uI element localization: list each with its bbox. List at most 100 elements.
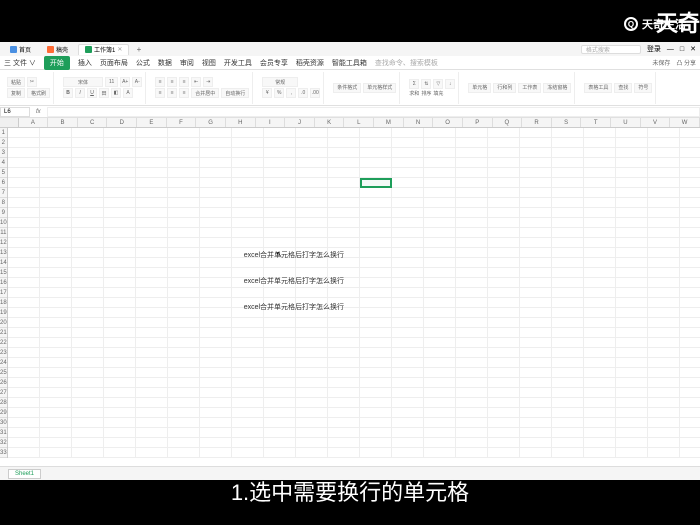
cell[interactable]: [232, 208, 264, 217]
cell[interactable]: [648, 138, 680, 147]
cell[interactable]: [104, 148, 136, 157]
cell[interactable]: [456, 208, 488, 217]
cell[interactable]: [680, 348, 700, 357]
cell[interactable]: [424, 278, 456, 287]
cell[interactable]: [520, 368, 552, 377]
cell[interactable]: [8, 268, 40, 277]
menu-devtools[interactable]: 开发工具: [224, 58, 252, 68]
cell[interactable]: [424, 208, 456, 217]
cell[interactable]: [136, 358, 168, 367]
menu-insert[interactable]: 插入: [78, 58, 92, 68]
cell[interactable]: [392, 428, 424, 437]
cell[interactable]: [552, 208, 584, 217]
cell[interactable]: [648, 128, 680, 137]
underline-button[interactable]: U: [87, 88, 97, 98]
dec-decimal-button[interactable]: .00: [310, 88, 320, 98]
cell[interactable]: [616, 138, 648, 147]
cell[interactable]: [648, 388, 680, 397]
cell[interactable]: [296, 438, 328, 447]
cell[interactable]: [72, 408, 104, 417]
cell[interactable]: [328, 288, 360, 297]
cell[interactable]: [520, 258, 552, 267]
cell[interactable]: [296, 188, 328, 197]
cell[interactable]: [584, 268, 616, 277]
cell[interactable]: [424, 428, 456, 437]
cell[interactable]: [232, 238, 264, 247]
cell[interactable]: [328, 198, 360, 207]
cell[interactable]: [8, 288, 40, 297]
row-header[interactable]: 14: [0, 258, 7, 268]
cell[interactable]: [8, 148, 40, 157]
cell[interactable]: [392, 398, 424, 407]
cell[interactable]: [680, 238, 700, 247]
cell[interactable]: [40, 258, 72, 267]
cell[interactable]: [616, 258, 648, 267]
cell[interactable]: [584, 378, 616, 387]
align-left-button[interactable]: ≡: [155, 88, 165, 98]
menu-review[interactable]: 审阅: [180, 58, 194, 68]
cell[interactable]: [104, 178, 136, 187]
cell[interactable]: [232, 288, 264, 297]
cell[interactable]: [72, 338, 104, 347]
cell[interactable]: [264, 368, 296, 377]
cell[interactable]: [456, 348, 488, 357]
cell[interactable]: [680, 138, 700, 147]
cell[interactable]: [40, 428, 72, 437]
cell[interactable]: [72, 328, 104, 337]
cell[interactable]: [648, 188, 680, 197]
col-header[interactable]: N: [404, 118, 434, 127]
name-box[interactable]: L6: [0, 107, 30, 117]
paste-button[interactable]: 粘贴: [7, 77, 25, 87]
cell[interactable]: [424, 388, 456, 397]
fx-icon[interactable]: fx: [30, 109, 47, 115]
cell[interactable]: [424, 268, 456, 277]
sort-button[interactable]: ⇅: [421, 79, 431, 89]
cell[interactable]: [360, 188, 392, 197]
cell[interactable]: [680, 418, 700, 427]
cell[interactable]: [616, 438, 648, 447]
cell[interactable]: [232, 318, 264, 327]
inc-decimal-button[interactable]: .0: [298, 88, 308, 98]
cell[interactable]: [168, 278, 200, 287]
cell[interactable]: [328, 408, 360, 417]
cell[interactable]: [200, 378, 232, 387]
cell[interactable]: [40, 358, 72, 367]
cell[interactable]: [552, 298, 584, 307]
cell[interactable]: [168, 228, 200, 237]
cell[interactable]: [264, 408, 296, 417]
col-header[interactable]: B: [48, 118, 78, 127]
row-header[interactable]: 12: [0, 238, 7, 248]
row-header[interactable]: 8: [0, 198, 7, 208]
cell[interactable]: [552, 338, 584, 347]
cell[interactable]: [520, 178, 552, 187]
cell[interactable]: [616, 318, 648, 327]
cell[interactable]: [8, 258, 40, 267]
percent-button[interactable]: %: [274, 88, 284, 98]
cell[interactable]: [424, 328, 456, 337]
cell[interactable]: [584, 208, 616, 217]
cell[interactable]: [8, 358, 40, 367]
cell[interactable]: [232, 178, 264, 187]
cell[interactable]: [136, 258, 168, 267]
cell[interactable]: [136, 408, 168, 417]
cell[interactable]: [424, 298, 456, 307]
cell[interactable]: [200, 128, 232, 137]
cell[interactable]: [104, 268, 136, 277]
cell[interactable]: [424, 418, 456, 427]
cell[interactable]: [72, 268, 104, 277]
cell[interactable]: [104, 368, 136, 377]
cell[interactable]: [72, 248, 104, 257]
cell[interactable]: [8, 168, 40, 177]
cell[interactable]: [424, 188, 456, 197]
cell[interactable]: [616, 328, 648, 337]
cell[interactable]: [360, 298, 392, 307]
cell[interactable]: [296, 238, 328, 247]
row-header[interactable]: 31: [0, 428, 7, 438]
cell[interactable]: [168, 258, 200, 267]
row-header[interactable]: 32: [0, 438, 7, 448]
cell[interactable]: [680, 308, 700, 317]
cell[interactable]: [456, 168, 488, 177]
cell[interactable]: [200, 418, 232, 427]
cell[interactable]: [456, 338, 488, 347]
cell[interactable]: [328, 438, 360, 447]
